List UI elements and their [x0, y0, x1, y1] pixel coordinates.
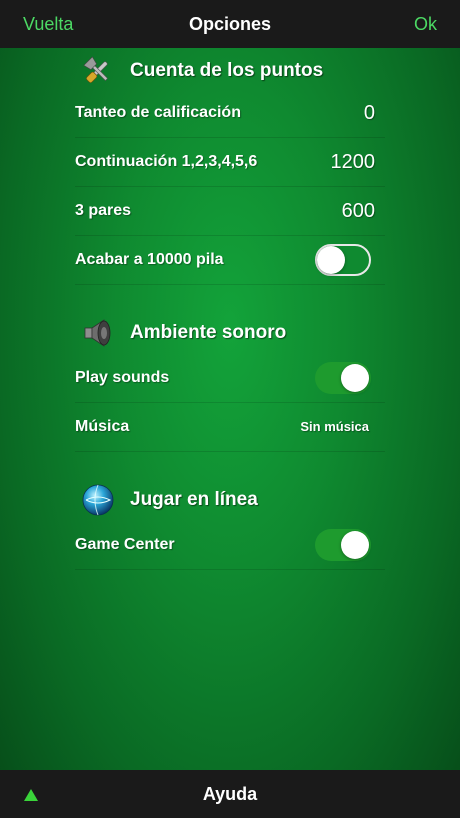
toggle-knob	[341, 531, 369, 559]
row-musica[interactable]: Música Sin música	[75, 403, 385, 452]
toggle-knob	[317, 246, 345, 274]
game-center-toggle[interactable]	[315, 529, 371, 561]
row-value[interactable]: 1200	[331, 138, 376, 186]
row-value[interactable]: 0	[364, 89, 375, 137]
toggle-knob	[341, 364, 369, 392]
ok-button[interactable]: Ok	[414, 0, 437, 48]
row-label: Música	[75, 418, 130, 435]
row-play-sounds: Play sounds	[75, 354, 385, 403]
music-value[interactable]: Sin música	[300, 403, 369, 451]
row-acabar-10000: Acabar a 10000 pila	[75, 236, 385, 285]
row-value[interactable]: 600	[342, 187, 375, 235]
help-button[interactable]: Ayuda	[203, 784, 257, 805]
row-3-pares[interactable]: 3 pares 600	[75, 187, 385, 236]
back-button[interactable]: Vuelta	[23, 0, 73, 48]
row-label: Game Center	[75, 536, 175, 553]
row-label: Continuación 1,2,3,4,5,6	[75, 153, 258, 170]
section-header-sound: Ambiente sonoro	[75, 310, 385, 356]
section-title: Ambiente sonoro	[130, 322, 287, 343]
row-game-center: Game Center	[75, 521, 385, 570]
row-label: Tanteo de calificación	[75, 104, 241, 121]
section-header-scoring: Cuenta de los puntos	[75, 48, 385, 94]
row-label: Play sounds	[75, 369, 170, 386]
row-label: 3 pares	[75, 202, 132, 219]
section-title: Cuenta de los puntos	[130, 60, 324, 81]
tools-icon	[83, 56, 108, 83]
row-tanteo[interactable]: Tanteo de calificación 0	[75, 89, 385, 138]
triangle-up-icon[interactable]	[24, 789, 38, 801]
speaker-icon	[84, 319, 111, 347]
row-continuacion[interactable]: Continuación 1,2,3,4,5,6 1200	[75, 138, 385, 187]
navigation-bar: Vuelta Opciones Ok	[0, 0, 460, 48]
globe-icon	[82, 484, 114, 516]
page-title: Opciones	[188, 13, 272, 34]
acabar-toggle[interactable]	[315, 244, 371, 276]
bottom-bar: Ayuda	[0, 770, 460, 818]
section-title: Jugar en línea	[130, 489, 258, 510]
row-label: Acabar a 10000 pila	[75, 251, 224, 268]
play-sounds-toggle[interactable]	[315, 362, 371, 394]
section-header-online: Jugar en línea	[75, 477, 385, 523]
